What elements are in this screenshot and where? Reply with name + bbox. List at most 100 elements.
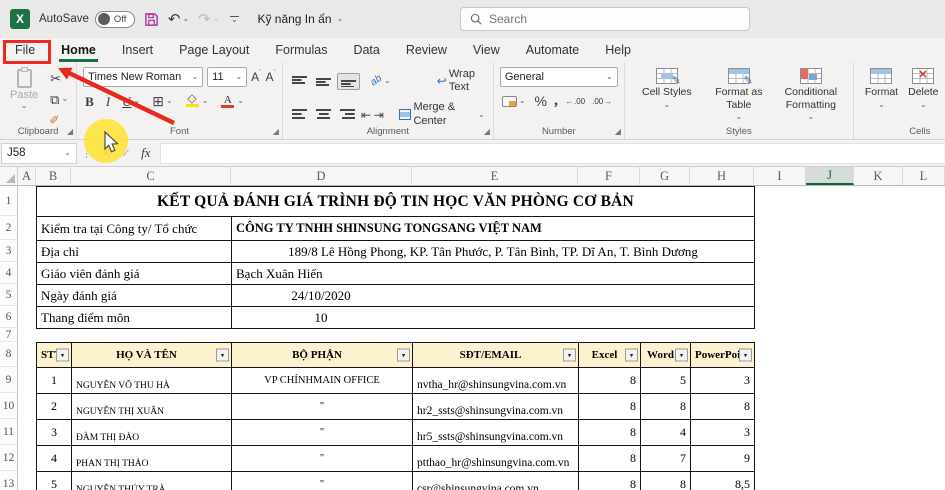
column-header-f[interactable]: F	[578, 167, 640, 185]
filter-button-b-ph-n[interactable]: ▾	[397, 348, 410, 362]
row-header-3[interactable]: 3	[0, 240, 18, 262]
conditional-formatting-button[interactable]: Conditional Formatting ⌄	[775, 67, 847, 122]
autosave-toggle[interactable]: Off	[94, 10, 135, 28]
info-value-3[interactable]: Bạch Xuân Hiến	[231, 262, 755, 285]
cell-name[interactable]: NGUYỄN THỊ XUÂN	[71, 393, 232, 420]
info-value-5[interactable]: 10	[231, 306, 755, 329]
tab-help[interactable]: Help	[592, 38, 644, 62]
format-cells-button[interactable]: Format ⌄	[860, 67, 903, 110]
number-dialog-launcher[interactable]: ◢	[615, 127, 621, 136]
column-header-e[interactable]: E	[412, 167, 578, 185]
align-center-button[interactable]	[313, 107, 334, 122]
document-title[interactable]: Kỹ năng In ấn ⌄	[257, 12, 343, 26]
cell-powerpoint-score[interactable]: 3	[690, 367, 755, 394]
save-button[interactable]	[144, 12, 159, 27]
cut-button[interactable]: ✂	[48, 70, 70, 88]
row-header-8[interactable]: 8	[0, 342, 18, 367]
cell-powerpoint-score[interactable]: 8,5	[690, 471, 755, 490]
table-header-word[interactable]: Word ▾	[640, 342, 691, 368]
search-input[interactable]	[489, 12, 740, 26]
tab-automate[interactable]: Automate	[513, 38, 593, 62]
underline-button[interactable]: U ⌄	[120, 93, 142, 111]
cell-word-score[interactable]: 7	[640, 445, 691, 472]
select-all-button[interactable]	[0, 167, 18, 185]
cell-excel-score[interactable]: 8	[578, 367, 641, 394]
info-label-4[interactable]: Ngày đánh giá	[36, 284, 232, 307]
decrease-indent-button[interactable]: ⇤	[361, 108, 371, 122]
cell-stt[interactable]: 1	[36, 367, 72, 394]
worksheet[interactable]: 1 2 3 4 5 6 7 8 9 10 11 12 13 KẾT QUẢ ĐÁNH GIÁ TRÌNH…	[0, 186, 945, 490]
info-label-1[interactable]: Kiểm tra tại Công ty/ Tổ chức	[36, 216, 232, 241]
table-header-s-t-email[interactable]: SĐT/EMAIL ▾	[412, 342, 579, 368]
paste-button[interactable]: Paste ⌄	[6, 67, 42, 124]
fill-color-button[interactable]: ⌄	[183, 94, 211, 108]
cell-email[interactable]: ptthao_hr@shinsungvina.com.vn	[412, 445, 579, 472]
percent-style-button[interactable]: %	[535, 93, 547, 109]
cell-email[interactable]: nvtha_hr@shinsungvina.com.vn	[412, 367, 579, 394]
increase-font-size-button[interactable]: Aˆ	[251, 70, 261, 84]
table-header-stt[interactable]: STT ▾	[36, 342, 72, 368]
column-header-c[interactable]: C	[71, 167, 231, 185]
column-header-k[interactable]: K	[854, 167, 903, 185]
cell-excel-score[interactable]: 8	[578, 393, 641, 420]
undo-button[interactable]: ↶ ⌄	[168, 10, 189, 28]
cell-word-score[interactable]: 5	[640, 367, 691, 394]
cell-name[interactable]: PHAN THỊ THẢO	[71, 445, 232, 472]
filter-button-powerpoint[interactable]: ▾	[739, 348, 752, 362]
row-header-5[interactable]: 5	[0, 284, 18, 306]
orientation-button[interactable]: ab ⌄	[368, 73, 393, 88]
column-header-g[interactable]: G	[640, 167, 690, 185]
column-header-b[interactable]: B	[36, 167, 71, 185]
row-header-9[interactable]: 9	[0, 367, 18, 393]
tab-page-layout[interactable]: Page Layout	[166, 38, 262, 62]
customize-quick-access-button[interactable]: ⌄	[228, 16, 240, 24]
row-header-7[interactable]: 7	[0, 328, 18, 342]
align-left-button[interactable]	[289, 107, 310, 122]
cell-name[interactable]: ĐÀM THỊ ĐÀO	[71, 419, 232, 446]
increase-decimal-button[interactable]: ← .00	[565, 96, 585, 106]
cell-email[interactable]: hr2_ssts@shinsungvina.com.vn	[412, 393, 579, 420]
cell-styles-button[interactable]: Cell Styles⌄	[631, 67, 703, 110]
column-header-h[interactable]: H	[690, 167, 754, 185]
info-value-4[interactable]: 24/10/2020	[231, 284, 755, 307]
tab-review[interactable]: Review	[393, 38, 460, 62]
font-dialog-launcher[interactable]: ◢	[273, 127, 279, 136]
cell-department[interactable]: "	[231, 471, 413, 490]
sheet-main-title[interactable]: KẾT QUẢ ĐÁNH GIÁ TRÌNH ĐỘ TIN HỌC VĂN PH…	[36, 186, 755, 217]
cell-stt[interactable]: 5	[36, 471, 72, 490]
column-header-l[interactable]: L	[903, 167, 945, 185]
info-label-2[interactable]: Địa chỉ	[36, 240, 232, 263]
align-right-button[interactable]	[337, 107, 358, 122]
table-header-powerpoint[interactable]: PowerPoint ▾	[690, 342, 755, 368]
table-header-excel[interactable]: Excel ▾	[578, 342, 641, 368]
cell-email[interactable]: csr@shinsungvina.com.vn	[412, 471, 579, 490]
decrease-decimal-button[interactable]: .00 →	[592, 96, 612, 106]
borders-button[interactable]: ⊞ ⌄	[150, 92, 174, 111]
row-header-10[interactable]: 10	[0, 393, 18, 419]
cell-word-score[interactable]: 8	[640, 393, 691, 420]
cell-department[interactable]: "	[231, 445, 413, 472]
filter-button-excel[interactable]: ▾	[625, 348, 638, 362]
formula-input[interactable]	[159, 142, 944, 164]
bold-button[interactable]: B	[83, 93, 96, 111]
cell-email[interactable]: hr5_ssts@shinsungvina.com.vn	[412, 419, 579, 446]
cell-powerpoint-score[interactable]: 9	[690, 445, 755, 472]
cell-word-score[interactable]: 4	[640, 419, 691, 446]
name-box[interactable]: J58 ⌄	[1, 142, 77, 164]
autosave-control[interactable]: AutoSave Off	[39, 10, 135, 28]
copy-button[interactable]: ⧉ ⌄	[48, 91, 70, 109]
filter-button-stt[interactable]: ▾	[56, 348, 69, 362]
font-size-select[interactable]: 11 ⌄	[207, 67, 248, 87]
table-header-h-v-t-n[interactable]: HỌ VÀ TÊN ▾	[71, 342, 232, 368]
redo-button[interactable]: ↷ ⌄	[198, 10, 219, 28]
column-header-d[interactable]: D	[231, 167, 412, 185]
info-label-3[interactable]: Giáo viên đánh giá	[36, 262, 232, 285]
row-header-6[interactable]: 6	[0, 306, 18, 328]
tab-home[interactable]: Home	[48, 38, 109, 62]
row-header-11[interactable]: 11	[0, 419, 18, 445]
filter-button-word[interactable]: ▾	[675, 348, 688, 362]
wrap-text-button[interactable]: ↩ Wrap Text	[435, 67, 487, 95]
comma-style-button[interactable]: ,	[554, 92, 558, 110]
cell-department[interactable]: "	[231, 393, 413, 420]
column-header-i[interactable]: I	[754, 167, 806, 185]
